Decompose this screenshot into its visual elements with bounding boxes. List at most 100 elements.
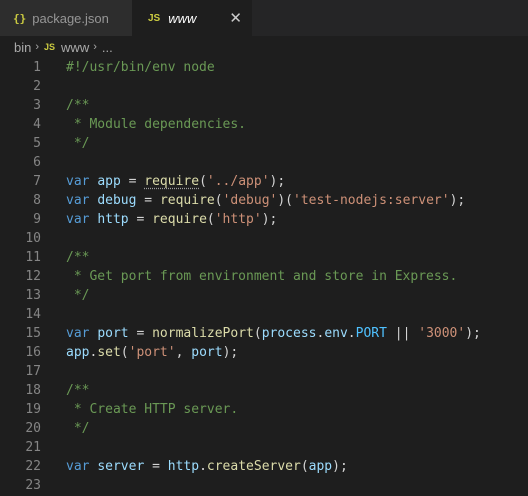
code-token: =	[128, 326, 153, 341]
code-token: http	[167, 459, 200, 474]
line-number: 1	[33, 60, 41, 75]
code-line[interactable]: 17	[0, 362, 528, 381]
code-token: /**	[66, 383, 90, 398]
line-number: 22	[25, 459, 41, 474]
code-token: * Module dependencies.	[66, 117, 247, 132]
json-file-icon: {}	[13, 11, 27, 25]
line-number: 2	[33, 79, 41, 94]
line-number: 12	[25, 269, 41, 284]
code-token: '../app'	[206, 174, 270, 189]
code-token: var	[66, 212, 90, 227]
line-number: 14	[25, 307, 41, 322]
code-token: (	[253, 326, 262, 341]
code-token: port	[191, 345, 223, 360]
code-line[interactable]: 6	[0, 153, 528, 172]
code-token: app	[66, 345, 90, 360]
line-number: 19	[25, 402, 41, 417]
code-line[interactable]: 3 /**	[0, 96, 528, 115]
code-token: /**	[66, 250, 90, 265]
code-token: (	[206, 212, 215, 227]
code-token: .	[347, 326, 356, 341]
code-text: * Create HTTP server.	[66, 400, 238, 419]
line-number: 10	[25, 231, 41, 246]
line-number: 5	[33, 136, 41, 151]
code-token: normalizePort	[152, 326, 254, 341]
code-text: /**	[66, 96, 89, 115]
breadcrumb-symbol[interactable]: ...	[102, 40, 113, 55]
breadcrumb-folder[interactable]: bin	[14, 40, 31, 55]
code-line[interactable]: 7 var app = require('../app');	[0, 172, 528, 191]
code-text: var port = normalizePort(process.env.POR…	[66, 324, 481, 343]
code-line[interactable]: 12 * Get port from environment and store…	[0, 267, 528, 286]
code-line[interactable]: 16 app.set('port', port);	[0, 343, 528, 362]
code-token: (	[300, 459, 309, 474]
code-token: (	[199, 174, 207, 189]
code-text: var server = http.createServer(app);	[66, 457, 348, 476]
code-token: app	[308, 459, 333, 474]
code-token: app	[97, 174, 121, 189]
code-token: var	[66, 459, 90, 474]
code-token: .	[199, 459, 207, 474]
code-line[interactable]: 10	[0, 229, 528, 248]
code-line[interactable]: 22 var server = http.createServer(app);	[0, 457, 528, 476]
code-text: var app = require('../app');	[66, 172, 285, 191]
code-text: app.set('port', port);	[66, 343, 238, 362]
code-line[interactable]: 23	[0, 476, 528, 495]
code-text: var http = require('http');	[66, 210, 277, 229]
code-token: var	[66, 326, 90, 341]
code-line[interactable]: 19 * Create HTTP server.	[0, 400, 528, 419]
code-text: /**	[66, 248, 89, 267]
code-line[interactable]: 11 /**	[0, 248, 528, 267]
code-line[interactable]: 20 */	[0, 419, 528, 438]
code-text: /**	[66, 381, 89, 400]
code-token: )(	[277, 193, 294, 208]
code-token: );	[269, 174, 286, 189]
code-text: var debug = require('debug')('test-nodej…	[66, 191, 465, 210]
line-number: 8	[33, 193, 41, 208]
code-line[interactable]: 2	[0, 77, 528, 96]
line-number: 23	[25, 478, 41, 493]
tab-package-json[interactable]: {} package.json	[0, 0, 132, 36]
code-token: );	[449, 193, 466, 208]
code-line[interactable]: 15 var port = normalizePort(process.env.P…	[0, 324, 528, 343]
code-line[interactable]: 5 */	[0, 134, 528, 153]
code-line[interactable]: 18 /**	[0, 381, 528, 400]
line-number: 7	[33, 174, 41, 189]
code-token: * Get port from environment and store in…	[66, 269, 458, 284]
code-token: * Create HTTP server.	[66, 402, 239, 417]
code-token: env	[324, 326, 348, 341]
line-number: 21	[25, 440, 41, 455]
code-token: http	[97, 212, 129, 227]
code-line[interactable]: 13 */	[0, 286, 528, 305]
code-token: debug	[97, 193, 137, 208]
code-token: =	[128, 212, 153, 227]
line-number: 13	[25, 288, 41, 303]
code-text: #!/usr/bin/env node	[66, 58, 215, 77]
js-file-icon: JS	[148, 12, 161, 24]
code-line[interactable]: 14	[0, 305, 528, 324]
breadcrumb: bin › JS www › ...	[0, 36, 528, 58]
code-token: process	[261, 326, 317, 341]
code-token: require	[159, 193, 215, 208]
code-token: */	[66, 288, 90, 303]
code-line[interactable]: 1 #!/usr/bin/env node	[0, 58, 528, 77]
code-token: (	[120, 345, 129, 360]
tab-www[interactable]: JS www ✕	[132, 0, 252, 36]
editor-tab-bar: {} package.json JS www ✕	[0, 0, 528, 36]
code-token: =	[136, 193, 160, 208]
code-line[interactable]: 9 var http = require('http');	[0, 210, 528, 229]
line-number: 6	[33, 155, 41, 170]
close-icon[interactable]: ✕	[229, 11, 242, 26]
code-editor[interactable]: 1 #!/usr/bin/env node 2 3/** 4 * Module depe…	[0, 58, 528, 495]
code-text: */	[66, 419, 90, 438]
breadcrumb-file[interactable]: www	[61, 40, 89, 55]
code-line[interactable]: 8 var debug = require('debug')('test-node…	[0, 191, 528, 210]
tab-label: www	[168, 10, 197, 26]
line-number: 20	[25, 421, 41, 436]
code-token: '3000'	[418, 326, 466, 341]
line-number: 4	[33, 117, 41, 132]
code-token: /**	[66, 98, 90, 113]
code-line[interactable]: 4 * Module dependencies.	[0, 115, 528, 134]
code-line[interactable]: 21	[0, 438, 528, 457]
line-number: 9	[33, 212, 41, 227]
